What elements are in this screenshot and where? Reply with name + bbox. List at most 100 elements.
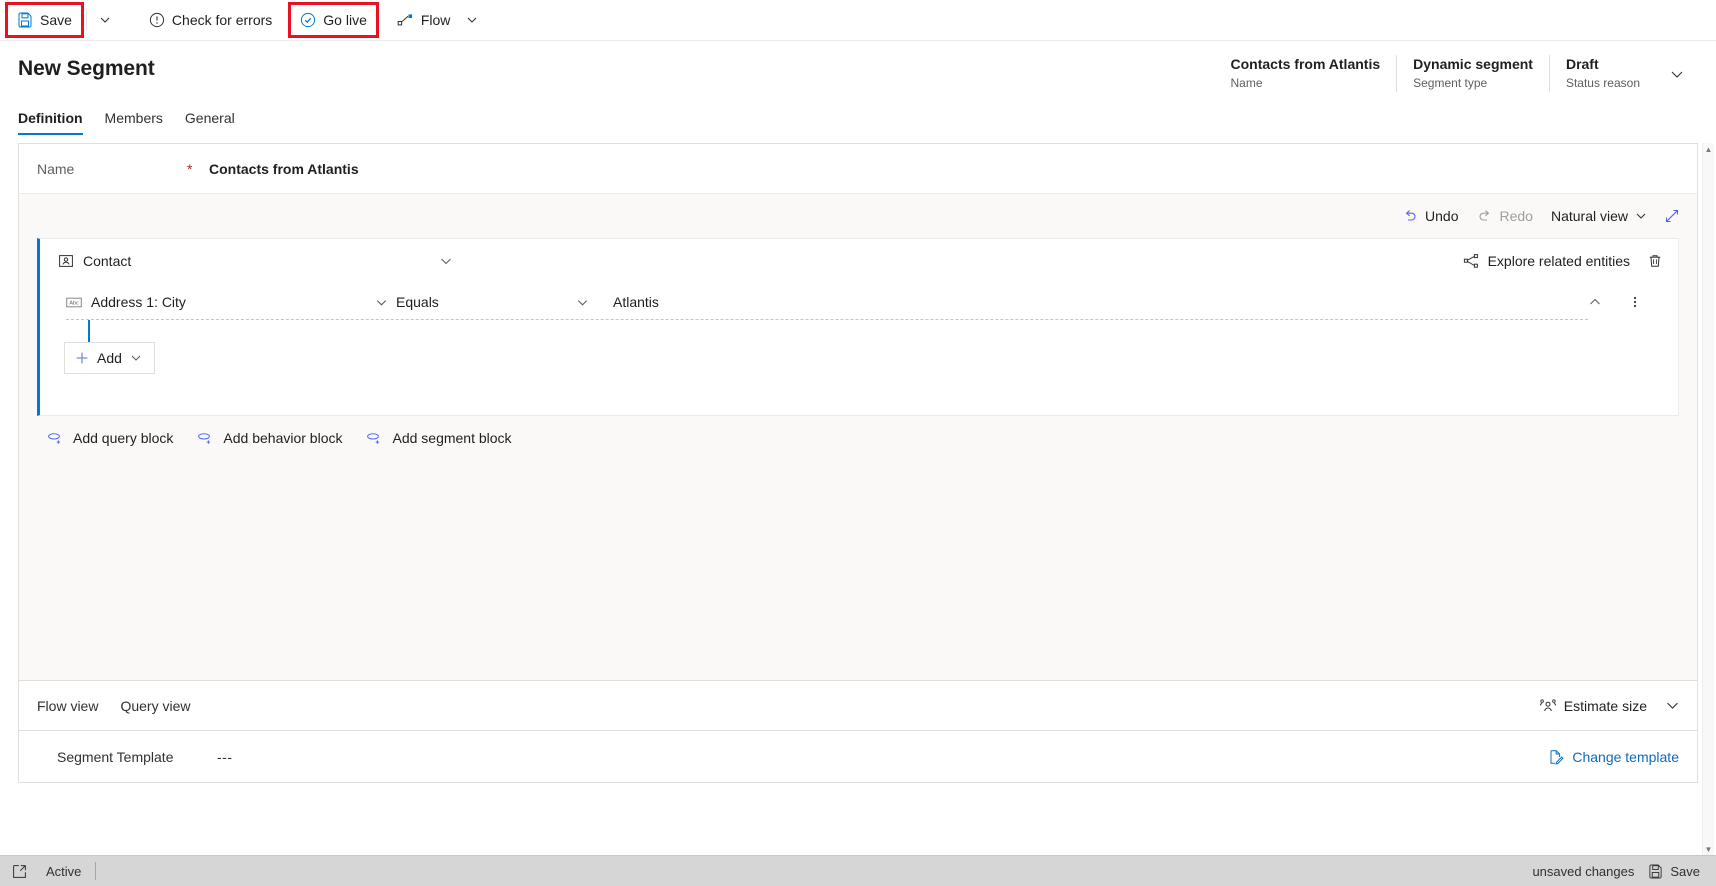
- expand-diagonal-icon: [1664, 208, 1680, 224]
- view-bar-actions: Estimate size: [1531, 691, 1687, 721]
- query-block-entity-label: Contact: [83, 253, 132, 269]
- branch-connector: [88, 320, 90, 342]
- header-expand-button[interactable]: [1660, 55, 1694, 92]
- segment-template-row: Segment Template --- Change template: [19, 730, 1697, 782]
- add-query-block-label: Add query block: [73, 430, 174, 446]
- condition-operator-caret[interactable]: [567, 296, 597, 309]
- save-options-caret[interactable]: [92, 5, 118, 35]
- estimate-size-button[interactable]: Estimate size: [1531, 691, 1655, 721]
- condition-row-actions: [1580, 287, 1670, 317]
- chevron-down-icon: [375, 296, 388, 309]
- redo-button[interactable]: Redo: [1469, 201, 1541, 231]
- plus-icon: [75, 351, 89, 365]
- save-button-highlight: Save: [5, 2, 84, 38]
- condition-more-button[interactable]: [1620, 287, 1650, 317]
- scroll-up-arrow[interactable]: ▲: [1703, 143, 1714, 155]
- flow-button[interactable]: Flow: [388, 5, 460, 35]
- tab-strip: Definition Members General: [0, 99, 1716, 135]
- view-bar-tabs: Flow view Query view: [37, 698, 191, 714]
- add-query-block-button[interactable]: Add query block: [47, 430, 173, 446]
- flow-options-caret[interactable]: [459, 5, 485, 35]
- check-for-errors-button[interactable]: Check for errors: [140, 5, 281, 35]
- condition-attribute-caret[interactable]: [366, 296, 396, 309]
- scroll-down-arrow[interactable]: ▼: [1703, 843, 1714, 855]
- expand-designer-button[interactable]: [1657, 201, 1687, 231]
- header-meta-status-reason: Draft Status reason: [1548, 55, 1656, 92]
- tab-flow-view[interactable]: Flow view: [37, 698, 98, 714]
- chevron-down-icon: [439, 254, 453, 268]
- definition-card: Name * Contacts from Atlantis Undo Redo …: [18, 143, 1698, 783]
- explore-related-entities-button[interactable]: Explore related entities: [1457, 246, 1636, 276]
- more-vertical-icon: [1628, 295, 1642, 309]
- save-icon: [1648, 863, 1663, 879]
- command-bar: Save Check for errors Go live Flow: [0, 0, 1716, 41]
- query-block-collapse-button[interactable]: [431, 246, 461, 276]
- status-bar-divider: [95, 862, 97, 880]
- header-meta-group: Contacts from Atlantis Name Dynamic segm…: [1215, 55, 1698, 92]
- name-field-row: Name * Contacts from Atlantis: [19, 144, 1697, 194]
- page-scrollbar[interactable]: ▲ ▼: [1702, 143, 1714, 855]
- flow-label: Flow: [420, 12, 451, 28]
- add-condition-label: Add: [97, 350, 122, 366]
- view-bar: Flow view Query view Estimate size: [19, 680, 1697, 730]
- add-query-block-icon: [47, 431, 64, 445]
- definition-body: Name * Contacts from Atlantis Undo Redo …: [0, 135, 1716, 855]
- explore-related-entities-label: Explore related entities: [1487, 253, 1630, 269]
- header-meta-name-label: Name: [1230, 76, 1263, 90]
- undo-button[interactable]: Undo: [1394, 201, 1466, 231]
- condition-row: Abc Address 1: City Equals Atlantis: [66, 285, 1670, 319]
- popout-button[interactable]: [6, 864, 32, 879]
- page-header: New Segment Contacts from Atlantis Name …: [0, 41, 1716, 99]
- header-meta-status-reason-value: Draft: [1565, 56, 1599, 72]
- estimate-size-label: Estimate size: [1563, 697, 1647, 714]
- tab-members[interactable]: Members: [105, 109, 163, 135]
- name-field-value[interactable]: Contacts from Atlantis: [209, 161, 359, 177]
- segment-template-label: Segment Template: [57, 748, 174, 765]
- check-for-errors-label: Check for errors: [171, 12, 273, 28]
- designer-toolbar: Undo Redo Natural view: [19, 194, 1697, 238]
- add-segment-block-icon: [366, 431, 383, 445]
- add-behavior-block-button[interactable]: Add behavior block: [197, 430, 342, 446]
- change-template-button[interactable]: Change template: [1540, 742, 1687, 772]
- change-template-label: Change template: [1572, 748, 1679, 765]
- add-segment-block-label: Add segment block: [392, 430, 512, 446]
- query-block-actions: Explore related entities: [1457, 246, 1670, 276]
- share-nodes-icon: [1463, 253, 1479, 269]
- tab-query-view[interactable]: Query view: [120, 698, 190, 714]
- delete-query-block-button[interactable]: [1640, 246, 1670, 276]
- status-bar-save-label: Save: [1670, 863, 1700, 879]
- chevron-down-icon: [99, 14, 111, 26]
- condition-underline: [66, 319, 1588, 320]
- segment-template-actions: Change template: [1540, 742, 1687, 772]
- name-field-label: Name: [37, 160, 75, 177]
- tab-general[interactable]: General: [185, 109, 235, 135]
- condition-value[interactable]: Atlantis: [613, 294, 659, 310]
- save-button[interactable]: Save: [8, 5, 81, 35]
- query-block-entity[interactable]: Contact: [58, 253, 131, 269]
- unsaved-changes-label: unsaved changes: [1532, 863, 1635, 879]
- view-mode-selector[interactable]: Natural view: [1543, 201, 1655, 231]
- view-mode-label: Natural view: [1550, 208, 1628, 224]
- add-segment-block-button[interactable]: Add segment block: [366, 430, 512, 446]
- estimate-size-caret[interactable]: [1657, 691, 1687, 721]
- condition-attribute-selector[interactable]: Abc Address 1: City: [66, 294, 366, 310]
- condition-operator-value[interactable]: Equals: [396, 294, 581, 310]
- text-field-icon: Abc: [66, 296, 82, 309]
- save-icon: [17, 12, 33, 28]
- tab-definition[interactable]: Definition: [18, 109, 83, 135]
- undo-label: Undo: [1425, 208, 1459, 224]
- status-bar-save-button[interactable]: Save: [1648, 864, 1700, 879]
- go-live-button[interactable]: Go live: [291, 5, 376, 35]
- flow-icon: [397, 12, 414, 28]
- header-meta-name-value: Contacts from Atlantis: [1230, 56, 1381, 72]
- condition-collapse-button[interactable]: [1580, 287, 1610, 317]
- chevron-down-icon: [130, 352, 142, 364]
- add-condition-button[interactable]: Add: [64, 342, 155, 374]
- trash-icon: [1647, 253, 1663, 269]
- people-icon: [1539, 698, 1557, 714]
- go-live-label: Go live: [323, 12, 367, 28]
- block-link-row: Add query block Add behavior block Add s…: [29, 416, 1687, 446]
- add-behavior-block-label: Add behavior block: [223, 430, 343, 446]
- record-state-label: Active: [46, 863, 82, 879]
- header-meta-name: Contacts from Atlantis Name: [1215, 55, 1397, 92]
